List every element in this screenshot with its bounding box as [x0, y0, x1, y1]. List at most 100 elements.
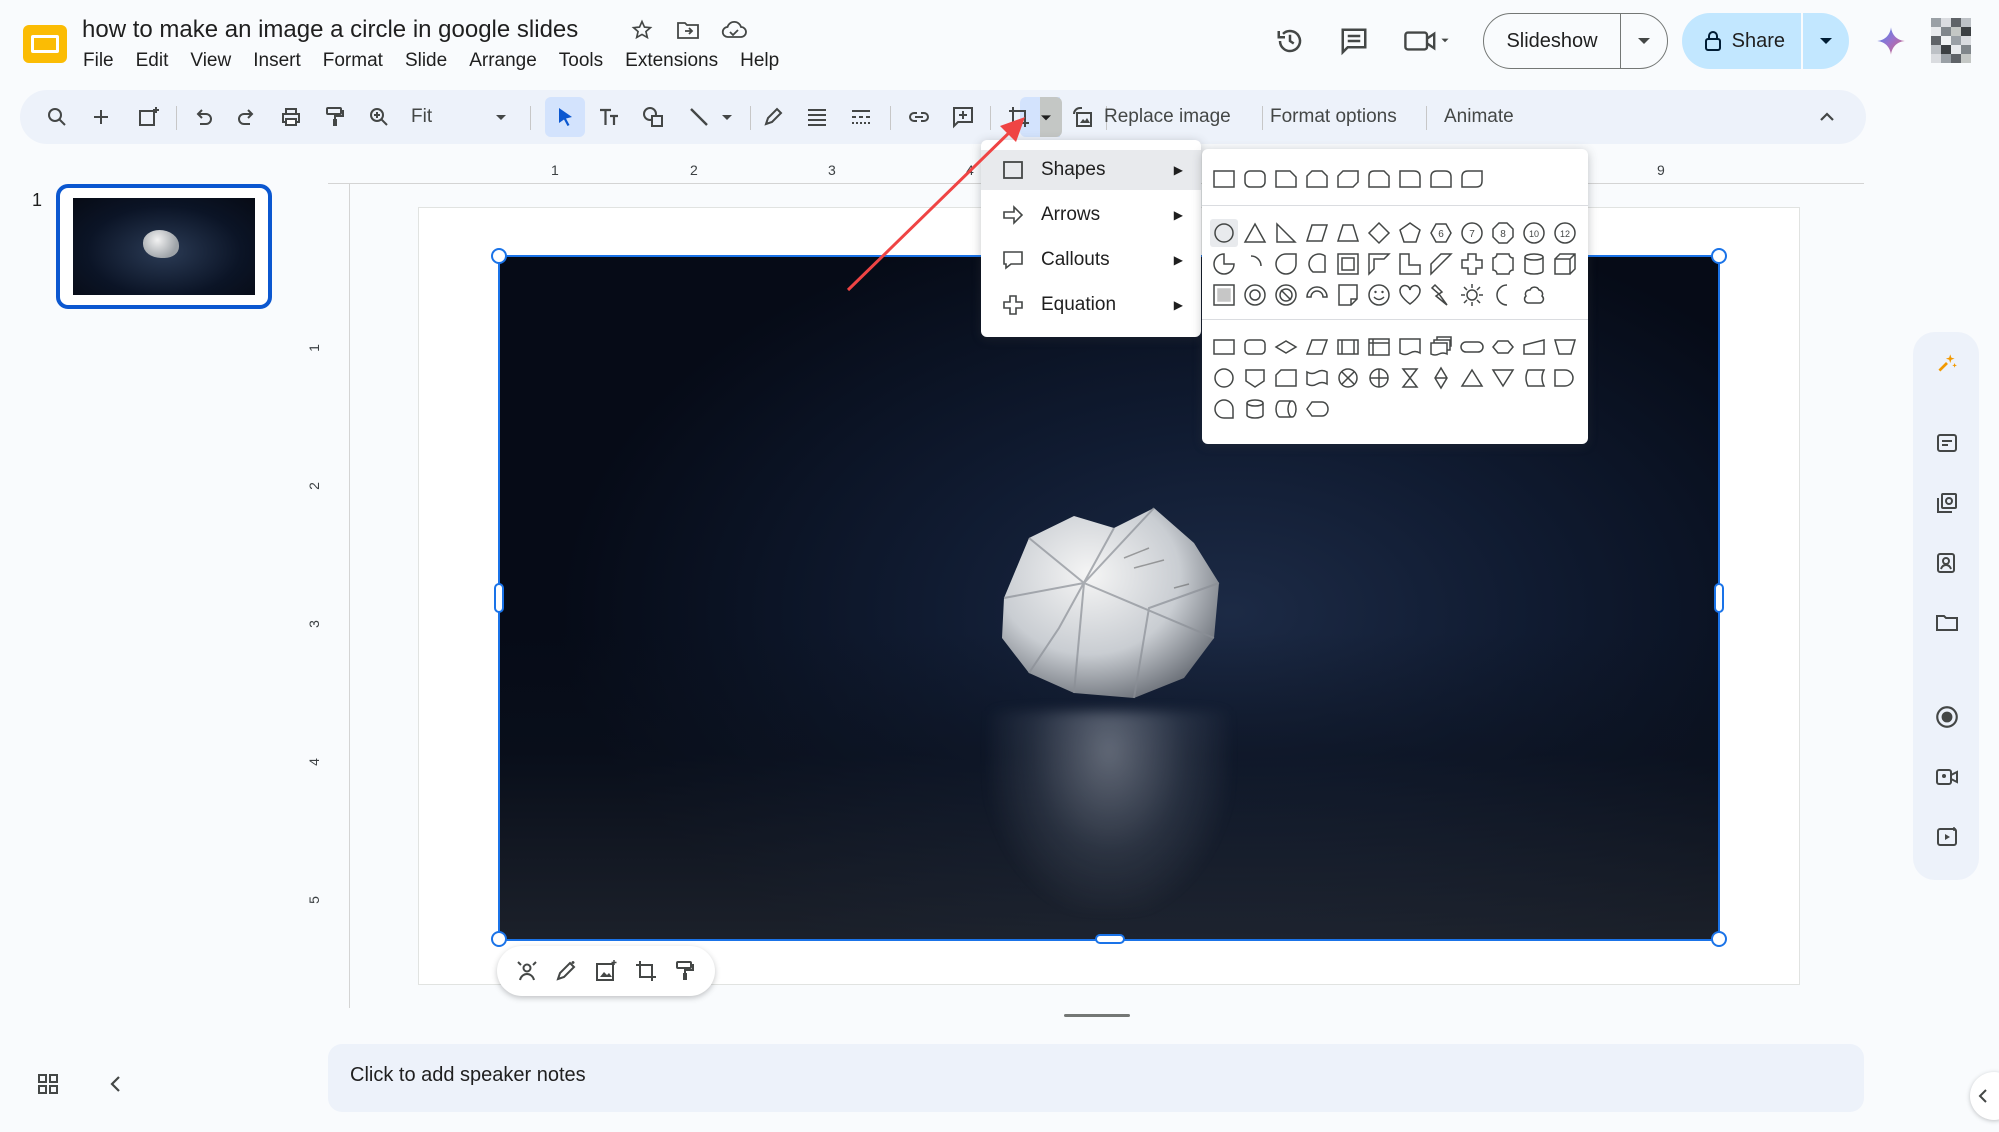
round-single-corner-rectangle-icon[interactable]	[1396, 165, 1424, 193]
round-same-side-corner-rectangle-icon[interactable]	[1427, 165, 1455, 193]
octagon-shape-icon[interactable]: 8	[1489, 219, 1517, 247]
rounded-rectangle-shape-icon[interactable]	[1241, 165, 1269, 193]
search-menus-icon[interactable]	[42, 102, 72, 132]
remove-background-icon[interactable]	[513, 957, 541, 985]
flowchart-punched-tape-icon[interactable]	[1303, 364, 1331, 392]
heptagon-shape-icon[interactable]: 7	[1458, 219, 1486, 247]
snip-same-side-corner-rectangle-icon[interactable]	[1303, 165, 1331, 193]
resize-handle-bottom-left[interactable]	[491, 931, 507, 947]
decagon-shape-icon[interactable]: 10	[1520, 219, 1548, 247]
teardrop-shape-icon[interactable]	[1272, 250, 1300, 278]
drive-folder-icon[interactable]	[1934, 610, 1960, 636]
vertical-ruler[interactable]: 1 2 3 4 5	[306, 184, 350, 1008]
record-video-icon[interactable]	[1934, 764, 1960, 790]
moon-shape-icon[interactable]	[1489, 281, 1517, 309]
flowchart-sort-icon[interactable]	[1427, 364, 1455, 392]
speaker-notes-placeholder[interactable]: Click to add speaker notes	[350, 1064, 586, 1087]
record-icon[interactable]	[1934, 704, 1960, 730]
add-comment-icon[interactable]	[948, 102, 978, 132]
smiley-face-shape-icon[interactable]	[1365, 281, 1393, 309]
speaker-notes[interactable]: Click to add speaker notes	[328, 1044, 1864, 1112]
resize-handle-top-right[interactable]	[1711, 248, 1727, 264]
replace-image-button[interactable]: Replace image	[1104, 106, 1231, 128]
flowchart-terminator-icon[interactable]	[1458, 333, 1486, 361]
cloud-shape-icon[interactable]	[1520, 281, 1548, 309]
block-arc-shape-icon[interactable]	[1303, 281, 1331, 309]
reset-image-icon[interactable]	[1068, 102, 1098, 132]
menu-edit[interactable]: Edit	[136, 50, 169, 72]
flowchart-internal-storage-icon[interactable]	[1365, 333, 1393, 361]
hide-filmstrip-icon[interactable]	[106, 1072, 126, 1101]
slides-logo[interactable]	[22, 24, 68, 64]
flowchart-decision-icon[interactable]	[1272, 333, 1300, 361]
oval-shape-icon[interactable]	[1210, 219, 1238, 247]
crop-icon[interactable]	[1004, 102, 1034, 132]
no-symbol-shape-icon[interactable]	[1272, 281, 1300, 309]
snip-diagonal-corner-rectangle-icon[interactable]	[1334, 165, 1362, 193]
border-color-icon[interactable]	[758, 102, 788, 132]
share-dropdown-icon[interactable]	[1803, 13, 1849, 69]
select-cursor-icon[interactable]	[550, 102, 580, 132]
flowchart-alternate-process-icon[interactable]	[1241, 333, 1269, 361]
round-diagonal-corner-rectangle-icon[interactable]	[1458, 165, 1486, 193]
resize-handle-right[interactable]	[1714, 583, 1724, 613]
flowchart-sequential-access-icon[interactable]	[1210, 395, 1238, 423]
snip-and-round-single-corner-rectangle-icon[interactable]	[1365, 165, 1393, 193]
zoom-select[interactable]: Fit	[411, 106, 432, 128]
flowchart-multidocument-icon[interactable]	[1427, 333, 1455, 361]
document-title[interactable]: how to make an image a circle in google …	[82, 16, 578, 44]
resize-handle-top-left[interactable]	[491, 248, 507, 264]
notes-resize-handle[interactable]	[1064, 1014, 1130, 1017]
new-slide-layout-icon[interactable]	[134, 102, 164, 132]
resize-handle-left[interactable]	[494, 583, 504, 613]
slideshow-button[interactable]: Slideshow	[1483, 13, 1668, 69]
trapezoid-shape-icon[interactable]	[1334, 219, 1362, 247]
chord-shape-icon[interactable]	[1303, 250, 1331, 278]
flowchart-preparation-icon[interactable]	[1489, 333, 1517, 361]
arc-shape-icon[interactable]	[1241, 250, 1269, 278]
meet-icon[interactable]	[1395, 18, 1459, 64]
zoom-icon[interactable]	[364, 102, 394, 132]
line-icon[interactable]	[684, 102, 714, 132]
hide-side-panel-button[interactable]	[1970, 1072, 1999, 1120]
version-history-icon[interactable]	[1267, 18, 1313, 64]
triangle-shape-icon[interactable]	[1241, 219, 1269, 247]
avatar[interactable]	[1931, 18, 1971, 64]
paint-format-quick-icon[interactable]	[671, 957, 699, 985]
flowchart-merge-icon[interactable]	[1489, 364, 1517, 392]
menu-view[interactable]: View	[190, 50, 231, 72]
border-weight-icon[interactable]	[802, 102, 832, 132]
slide-thumbnail[interactable]	[56, 184, 272, 309]
pie-shape-icon[interactable]	[1210, 250, 1238, 278]
menu-extensions[interactable]: Extensions	[625, 50, 718, 72]
flowchart-document-icon[interactable]	[1396, 333, 1424, 361]
donut-shape-icon[interactable]	[1241, 281, 1269, 309]
flowchart-or-icon[interactable]	[1365, 364, 1393, 392]
lightning-bolt-shape-icon[interactable]	[1427, 281, 1455, 309]
menu-insert[interactable]: Insert	[253, 50, 301, 72]
menu-item-shapes[interactable]: Shapes ▶	[981, 150, 1201, 190]
menu-format[interactable]: Format	[323, 50, 383, 72]
crop-quick-icon[interactable]	[632, 957, 660, 985]
undo-icon[interactable]	[188, 102, 218, 132]
paint-format-icon[interactable]	[320, 102, 350, 132]
animate-button[interactable]: Animate	[1444, 106, 1514, 128]
snip-single-corner-rectangle-icon[interactable]	[1272, 165, 1300, 193]
half-frame-shape-icon[interactable]	[1365, 250, 1393, 278]
flowchart-display-icon[interactable]	[1303, 395, 1331, 423]
theme-builder-icon[interactable]	[1934, 490, 1960, 516]
menu-arrange[interactable]: Arrange	[469, 50, 537, 72]
contacts-panel-icon[interactable]	[1934, 550, 1960, 576]
resize-handle-bottom-right[interactable]	[1711, 931, 1727, 947]
comments-icon[interactable]	[1331, 18, 1377, 64]
menu-slide[interactable]: Slide	[405, 50, 447, 72]
flowchart-collate-icon[interactable]	[1396, 364, 1424, 392]
slideshow-dropdown-icon[interactable]	[1621, 14, 1667, 68]
speaker-notes-panel-icon[interactable]	[1934, 430, 1960, 456]
right-triangle-shape-icon[interactable]	[1272, 219, 1300, 247]
shape-icon[interactable]	[638, 102, 668, 132]
flowchart-predefined-process-icon[interactable]	[1334, 333, 1362, 361]
pentagon-shape-icon[interactable]	[1396, 219, 1424, 247]
can-shape-icon[interactable]	[1520, 250, 1548, 278]
flowchart-extract-icon[interactable]	[1458, 364, 1486, 392]
